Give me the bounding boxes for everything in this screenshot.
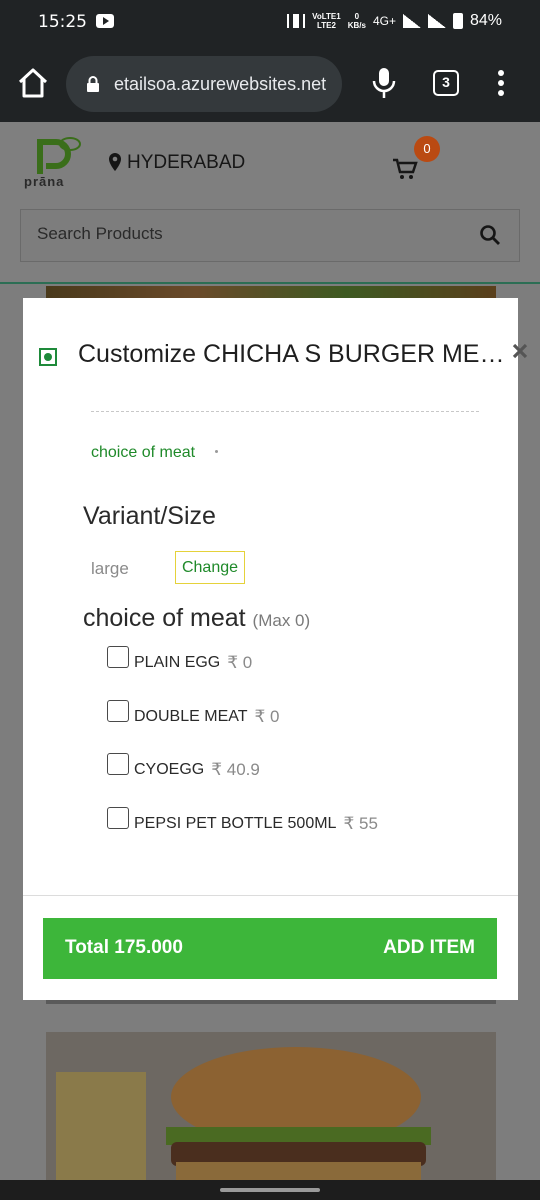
veg-indicator-icon [39, 348, 57, 366]
status-time: 15:25 [38, 12, 87, 32]
battery-percent: 84% [469, 12, 502, 29]
site-header: prāna HYDERABAD 0 [0, 122, 540, 284]
total-text: Total 175.000 [65, 937, 183, 958]
option-plain-egg[interactable]: PLAIN EGG ₹ 0 [107, 646, 253, 676]
vibrate-icon [287, 14, 306, 28]
url-bar[interactable]: etailsoa.azurewebsites.net [66, 56, 342, 112]
location-pin-icon [109, 153, 121, 171]
signal-icon [402, 14, 421, 28]
choice-dot [215, 450, 218, 453]
more-options-icon[interactable] [496, 70, 506, 100]
customize-modal: Customize CHICHA S BURGER MEAL choice of… [23, 298, 528, 1000]
data-speed: 0 KB/s [348, 12, 366, 30]
close-icon[interactable] [511, 342, 529, 360]
variant-value: large [91, 559, 129, 578]
volte-top: VoLTE1 [312, 12, 341, 21]
search-box [20, 209, 520, 262]
search-icon[interactable] [479, 224, 501, 246]
data-speed-unit: KB/s [347, 21, 366, 30]
checkbox[interactable] [107, 646, 129, 668]
checkbox[interactable] [107, 700, 129, 722]
location-text[interactable]: HYDERABAD [127, 152, 245, 174]
option-price: ₹ 0 [254, 707, 280, 726]
meat-max-text: (Max 0) [252, 611, 311, 630]
prana-logo[interactable] [22, 130, 82, 200]
home-icon[interactable] [16, 66, 50, 100]
option-cyoegg[interactable]: CYOEGG ₹ 40.9 [107, 753, 260, 783]
option-price: ₹ 40.9 [211, 760, 260, 779]
variant-heading: Variant/Size [83, 502, 216, 530]
tab-switcher-button[interactable]: 3 [433, 70, 459, 96]
network-type: 4G+ [372, 14, 396, 28]
volte-indicator: VoLTE1 LTE2 [312, 12, 341, 30]
option-pepsi[interactable]: PEPSI PET BOTTLE 500ML ₹ 55 [107, 807, 378, 837]
logo-text: prāna [24, 174, 65, 189]
change-variant-button[interactable]: Change [175, 551, 245, 584]
option-double-meat[interactable]: DOUBLE MEAT ₹ 0 [107, 700, 280, 730]
checkbox[interactable] [107, 753, 129, 775]
volte-bottom: LTE2 [316, 21, 336, 30]
choice-hint: choice of meat [91, 444, 196, 461]
option-price: ₹ 0 [227, 653, 253, 672]
status-bar: 15:25 VoLTE1 LTE2 0 KB/s 4G+ 84% [0, 0, 540, 46]
burger-illustration [46, 1032, 496, 1180]
option-name: CYOEGG [134, 761, 205, 778]
option-name: DOUBLE MEAT [134, 708, 248, 725]
signal-icon-2 [427, 14, 446, 28]
add-item-label[interactable]: ADD ITEM [383, 937, 475, 959]
search-input[interactable] [37, 224, 457, 244]
status-icons: VoLTE1 LTE2 0 KB/s 4G+ 84% [287, 12, 502, 30]
system-nav-bar [0, 1180, 540, 1200]
checkbox[interactable] [107, 807, 129, 829]
meat-heading: choice of meat (Max 0) [83, 604, 310, 633]
cart-icon[interactable] [392, 158, 418, 180]
modal-title: Customize CHICHA S BURGER MEAL [78, 340, 506, 368]
option-price: ₹ 55 [343, 814, 378, 833]
browser-toolbar: etailsoa.azurewebsites.net 3 [0, 46, 540, 122]
cart-count-badge: 0 [414, 136, 440, 162]
microphone-icon[interactable] [370, 66, 398, 100]
option-name: PLAIN EGG [134, 654, 221, 671]
meat-heading-text: choice of meat [83, 604, 246, 632]
option-name: PEPSI PET BOTTLE 500ML [134, 815, 337, 832]
data-speed-value: 0 [354, 12, 360, 21]
youtube-notification-icon [96, 14, 114, 28]
footer-divider [23, 895, 518, 896]
divider [91, 411, 479, 412]
battery-icon [452, 13, 463, 29]
lock-icon [87, 76, 99, 92]
url-text: etailsoa.azurewebsites.net [114, 74, 327, 94]
add-item-button[interactable]: Total 175.000 ADD ITEM [43, 918, 497, 979]
product-image-burger[interactable] [46, 1032, 496, 1180]
